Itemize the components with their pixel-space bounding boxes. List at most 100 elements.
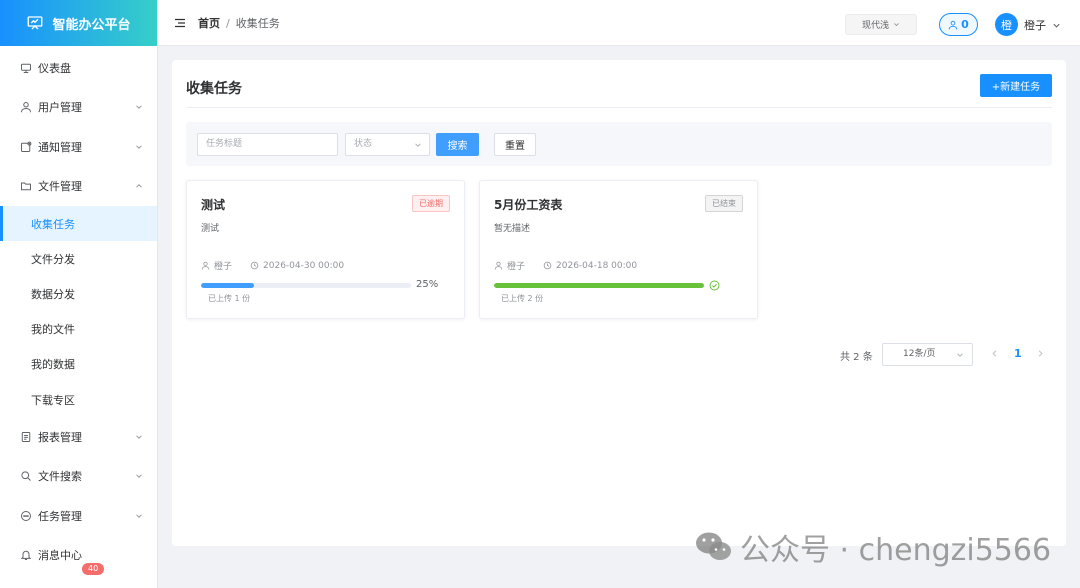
sidebar-item-reports[interactable]: 报表管理 [0, 417, 157, 457]
user-icon [201, 261, 210, 270]
sidebar-item-label: 用户管理 [38, 101, 82, 115]
sidebar-item-label: 消息中心 [38, 549, 82, 563]
check-circle-icon [709, 280, 720, 291]
sidebar-item-dashboard[interactable]: 仪表盘 [0, 48, 157, 88]
task-card-description: 暂无描述 [494, 224, 531, 234]
breadcrumb: 首页 / 收集任务 [198, 15, 280, 31]
presentation-icon [28, 16, 43, 30]
task-card[interactable]: 测试 已逾期 测试 橙子 2026-04-30 00:00 25% 已上传 1 … [186, 180, 465, 319]
task-card-title: 测试 [201, 198, 226, 212]
sidebar-subitem-label: 收集任务 [31, 217, 75, 231]
progress-bar [494, 283, 704, 288]
sidebar-subitem-my-files[interactable]: 我的文件 [0, 312, 157, 347]
chevron-down-icon [135, 143, 143, 151]
chevron-down-icon [894, 23, 899, 27]
app-logo[interactable]: 智能办公平台 [0, 0, 157, 46]
breadcrumb-home[interactable]: 首页 [198, 17, 220, 30]
upload-count: 已上传 2 份 [501, 294, 544, 303]
chevron-down-icon [957, 353, 963, 357]
sidebar: 智能办公平台 仪表盘 用户管理 通知管理 文件管理 收集任务 文件分发 数据分发… [0, 0, 158, 588]
user-icon [948, 20, 958, 29]
sidebar-subitem-label: 数据分发 [31, 287, 75, 301]
page-number-current[interactable]: 1 [1014, 347, 1022, 360]
user-menu[interactable]: 橙子 [1024, 17, 1061, 33]
sidebar-subitem-label: 我的文件 [31, 323, 75, 337]
new-task-button[interactable]: +新建任务 [980, 74, 1052, 97]
search-bar: 任务标题 状态 搜索 重置 [186, 122, 1052, 166]
chat-icon [20, 510, 32, 522]
user-icon [20, 101, 32, 113]
sidebar-item-label: 通知管理 [38, 140, 82, 154]
chevron-up-icon [135, 182, 143, 190]
sidebar-subitem-label: 文件分发 [31, 252, 75, 266]
watermark-text: 公众号 · chengzi5566 [740, 533, 1052, 568]
progress-fill [201, 283, 254, 288]
sidebar-item-messages[interactable]: 消息中心 40 [0, 536, 157, 576]
sidebar-item-label: 任务管理 [38, 509, 82, 523]
status-badge: 已逾期 [412, 195, 450, 212]
sidebar-item-label: 文件搜索 [38, 470, 82, 484]
task-owner: 橙子 [214, 262, 233, 272]
status-badge: 已结束 [705, 195, 743, 212]
theme-select[interactable]: 现代浅 [845, 14, 917, 35]
sidebar-subitem-downloads[interactable]: 下载专区 [0, 382, 157, 417]
folder-icon [20, 180, 32, 192]
reset-button[interactable]: 重置 [494, 133, 536, 156]
wechat-watermark: 公众号 · chengzi5566 [694, 525, 1051, 569]
sidebar-subitem-data-distribution[interactable]: 数据分发 [0, 276, 157, 311]
task-card-description: 测试 [201, 224, 220, 234]
notice-icon [20, 141, 32, 153]
report-icon [20, 431, 32, 443]
sidebar-subitem-file-distribution[interactable]: 文件分发 [0, 241, 157, 276]
chevron-down-icon [135, 433, 143, 441]
pagination-total: 共 2 条 [840, 352, 873, 363]
sidebar-item-notices[interactable]: 通知管理 [0, 127, 157, 167]
progress-fill [494, 283, 704, 288]
sidebar-subitem-my-data[interactable]: 我的数据 [0, 347, 157, 382]
app-title: 智能办公平台 [52, 17, 131, 33]
theme-select-value: 现代浅 [861, 21, 889, 31]
search-button[interactable]: 搜索 [436, 133, 479, 156]
sidebar-menu: 仪表盘 用户管理 通知管理 文件管理 收集任务 文件分发 数据分发 我的文件 我… [0, 46, 157, 575]
divider [186, 107, 1052, 108]
top-header: 首页 / 收集任务 现代浅 0 橙 橙子 [158, 0, 1080, 46]
task-title-input[interactable]: 任务标题 [197, 133, 338, 156]
chevron-right-icon[interactable] [1036, 349, 1045, 358]
status-select[interactable]: 状态 [345, 133, 430, 156]
progress-bar [201, 283, 411, 288]
task-owner: 橙子 [507, 262, 526, 272]
online-users-button[interactable]: 0 [939, 13, 978, 36]
page-title: 收集任务 [186, 81, 242, 97]
status-select-placeholder: 状态 [354, 139, 373, 149]
page-size-select[interactable]: 12条/页 [882, 343, 973, 366]
task-card[interactable]: 5月份工资表 已结束 暂无描述 橙子 2026-04-18 00:00 已上传 … [479, 180, 758, 319]
message-count-badge: 40 [82, 562, 105, 575]
chevron-down-icon [135, 103, 143, 111]
search-icon [20, 470, 32, 482]
chevron-down-icon [135, 512, 143, 520]
sidebar-item-label: 文件管理 [38, 180, 82, 194]
bell-icon [20, 549, 32, 561]
task-deadline: 2026-04-30 00:00 [263, 260, 345, 271]
chevron-left-icon[interactable] [990, 349, 999, 358]
sidebar-item-files[interactable]: 文件管理 [0, 167, 157, 207]
task-card-meta: 橙子 2026-04-30 00:00 [201, 259, 344, 272]
sidebar-subitem-label: 下载专区 [31, 393, 75, 407]
sidebar-item-users[interactable]: 用户管理 [0, 88, 157, 128]
page-size-value: 12条/页 [903, 349, 936, 359]
sidebar-item-tasks[interactable]: 任务管理 [0, 496, 157, 536]
chevron-down-icon [135, 472, 143, 480]
clock-icon [543, 261, 552, 270]
task-card-meta: 橙子 2026-04-18 00:00 [494, 259, 637, 272]
upload-count: 已上传 1 份 [208, 294, 251, 303]
user-icon [494, 261, 503, 270]
breadcrumb-separator: / [226, 16, 230, 30]
task-deadline: 2026-04-18 00:00 [556, 260, 638, 271]
sidebar-item-file-search[interactable]: 文件搜索 [0, 457, 157, 497]
menu-toggle-icon[interactable] [174, 17, 186, 29]
sidebar-item-label: 仪表盘 [38, 61, 71, 75]
wechat-icon [696, 532, 731, 560]
task-card-title: 5月份工资表 [494, 198, 563, 212]
avatar[interactable]: 橙 [995, 13, 1018, 36]
sidebar-subitem-collect-tasks[interactable]: 收集任务 [0, 206, 157, 242]
